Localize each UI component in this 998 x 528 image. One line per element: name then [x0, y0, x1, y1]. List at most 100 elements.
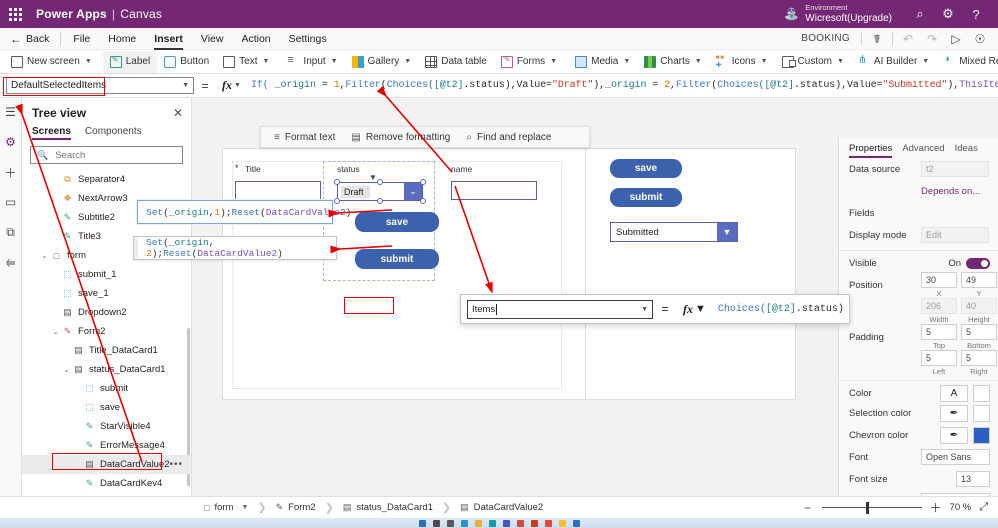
- items-property-input[interactable]: Items ▼: [467, 299, 653, 319]
- font-color-icon[interactable]: A: [940, 385, 968, 402]
- submit-button-form[interactable]: submit: [355, 249, 439, 269]
- tree-view-icon[interactable]: ⚙: [2, 134, 20, 150]
- tree-search-box[interactable]: 🔍: [30, 146, 183, 164]
- ribbon-mixed-reality-button[interactable]: Mixed Reality▼: [936, 51, 998, 73]
- chevron-fill-icon[interactable]: ✒: [940, 426, 968, 444]
- menu-item-insert[interactable]: Insert: [145, 28, 192, 50]
- fit-to-screen-icon[interactable]: ⤢: [979, 501, 988, 514]
- task-view-icon[interactable]: [446, 519, 454, 527]
- formula-input[interactable]: If( _origin = 1,Filter(Choices([@t2].sta…: [247, 80, 998, 91]
- ribbon-button-button[interactable]: Button: [157, 51, 216, 73]
- ribbon-gallery-button[interactable]: Gallery ▼: [345, 51, 419, 73]
- zoom-out-button[interactable]: −: [802, 501, 814, 515]
- chevron-down-icon[interactable]: ▼: [238, 504, 248, 511]
- find-replace-button[interactable]: ⌕ Find and replace: [459, 127, 558, 147]
- data-icon[interactable]: ▭: [2, 194, 20, 210]
- resize-handle-ne[interactable]: [420, 179, 426, 185]
- store-icon[interactable]: [572, 519, 580, 527]
- breadcrumb-form[interactable]: □ form ▼: [196, 498, 256, 518]
- outlook-icon[interactable]: [516, 519, 524, 527]
- data-source-value[interactable]: t2: [921, 161, 989, 177]
- zoom-slider[interactable]: [821, 501, 922, 514]
- ribbon-charts-button[interactable]: Charts ▼: [637, 51, 708, 73]
- position-x-input[interactable]: 30: [921, 272, 957, 288]
- color-swatch[interactable]: [973, 385, 990, 402]
- resize-handle-nw[interactable]: [334, 179, 340, 185]
- tree-node-submit[interactable]: ⬚ submit: [22, 379, 191, 398]
- save-button-outer[interactable]: save: [610, 159, 682, 178]
- position-y-input[interactable]: 49: [961, 272, 997, 288]
- zoom-in-button[interactable]: ＋: [930, 499, 942, 516]
- help-icon[interactable]: ?: [962, 0, 990, 28]
- tree-node-submit_1[interactable]: ⬚ submit_1: [22, 265, 191, 284]
- menu-item-file[interactable]: File: [64, 28, 99, 50]
- insert-icon[interactable]: ＋: [2, 164, 20, 180]
- tree-node-save_1[interactable]: ⬚ save_1: [22, 284, 191, 303]
- settings-gear-icon[interactable]: ⚙: [934, 0, 962, 28]
- menu-item-home[interactable]: Home: [99, 28, 145, 50]
- explorer-icon[interactable]: [474, 519, 482, 527]
- play-preview-icon[interactable]: ▷: [944, 28, 968, 50]
- close-icon[interactable]: ✕: [173, 106, 183, 120]
- app-screen-right[interactable]: save submit Submitted ▼: [586, 148, 796, 400]
- breadcrumb-datacardvalue2[interactable]: ▤ DataCardValue2: [452, 498, 551, 518]
- teams-icon[interactable]: [502, 519, 510, 527]
- status-dropdown-outer[interactable]: Submitted ▼: [610, 222, 738, 242]
- ribbon-label-button[interactable]: Label: [102, 50, 158, 73]
- ribbon-data-table-button[interactable]: Data table: [418, 51, 494, 73]
- ribbon-custom-button[interactable]: Custom ▼: [775, 51, 851, 73]
- tree-node-errormessage4[interactable]: ✎ ErrorMessage4: [22, 436, 191, 455]
- tree-node-title_datacard1[interactable]: ▤ Title_DataCard1: [22, 341, 191, 360]
- node-overflow-menu-icon[interactable]: •••: [170, 459, 191, 470]
- menu-item-action[interactable]: Action: [232, 28, 279, 50]
- padding-right-input[interactable]: 5: [961, 350, 997, 366]
- depends-on-link[interactable]: Depends on...: [921, 186, 980, 197]
- fill-color-icon[interactable]: ✒: [940, 404, 968, 422]
- items-fx-button[interactable]: fx ▼: [677, 302, 712, 317]
- stethoscope-icon[interactable]: ☤: [865, 28, 889, 50]
- edge-icon[interactable]: [488, 519, 496, 527]
- resize-handle-n[interactable]: [377, 179, 383, 185]
- expand-caret-icon[interactable]: ⌄: [39, 252, 50, 260]
- tree-node-starvisible4[interactable]: ✎ StarVisible4: [22, 417, 191, 436]
- tree-tab-screens[interactable]: Screens: [32, 126, 71, 140]
- app-launcher-icon[interactable]: [0, 7, 30, 21]
- name-input[interactable]: [451, 181, 537, 200]
- ribbon-ai-builder-button[interactable]: AI Builder ▼: [851, 51, 936, 73]
- menu-item-view[interactable]: View: [192, 28, 233, 50]
- format-text-button[interactable]: ≡ Format text: [267, 127, 342, 147]
- properties-tab-ideas[interactable]: Ideas: [955, 143, 978, 158]
- padding-top-input[interactable]: 5: [921, 324, 957, 340]
- tree-node-datacardvalue2[interactable]: ▤ DataCardValue2 •••: [22, 455, 191, 474]
- search-icon[interactable]: [432, 519, 440, 527]
- chrome-icon[interactable]: [544, 519, 552, 527]
- expand-caret-icon[interactable]: ⌄: [50, 328, 61, 336]
- ribbon-new-screen-button[interactable]: New screen ▼: [4, 51, 99, 73]
- font-value[interactable]: Open Sans: [921, 449, 990, 465]
- menu-item-settings[interactable]: Settings: [280, 28, 336, 50]
- expand-caret-icon[interactable]: ⌄: [61, 366, 72, 374]
- title-input[interactable]: [235, 181, 321, 200]
- chevron-down-icon[interactable]: ⌄: [404, 183, 422, 200]
- drive-icon[interactable]: [558, 519, 566, 527]
- visible-toggle-group[interactable]: On: [948, 258, 990, 269]
- chevron-down-icon[interactable]: ▼: [641, 306, 648, 313]
- properties-tab-advanced[interactable]: Advanced: [902, 143, 944, 158]
- share-icon[interactable]: ☉: [968, 28, 992, 50]
- widgets-icon[interactable]: [460, 519, 468, 527]
- components-icon[interactable]: ⥢: [2, 254, 20, 270]
- display-mode-value[interactable]: Edit: [921, 227, 989, 243]
- tree-node-datacardkey4[interactable]: ✎ DataCardKey4: [22, 474, 191, 486]
- ribbon-icons-button[interactable]: Icons ▼: [709, 51, 775, 73]
- resize-handle-sw[interactable]: [334, 198, 340, 204]
- hamburger-icon[interactable]: ☰: [2, 104, 20, 120]
- app-screen-left[interactable]: * Title status ▼ Draft ⌄ name save submi…: [222, 148, 586, 400]
- chevron-color-swatch[interactable]: [973, 426, 990, 444]
- breadcrumb-status_datacard1[interactable]: ▤ status_DataCard1: [335, 498, 441, 518]
- ribbon-forms-button[interactable]: Forms ▼: [494, 51, 564, 73]
- selection-color-swatch[interactable]: [973, 404, 990, 422]
- properties-tab-properties[interactable]: Properties: [849, 143, 893, 158]
- media-icon[interactable]: ⧉: [2, 224, 20, 240]
- chevron-down-icon[interactable]: ▼: [717, 223, 737, 241]
- property-select[interactable]: DefaultSelectedItems ▼: [6, 77, 194, 94]
